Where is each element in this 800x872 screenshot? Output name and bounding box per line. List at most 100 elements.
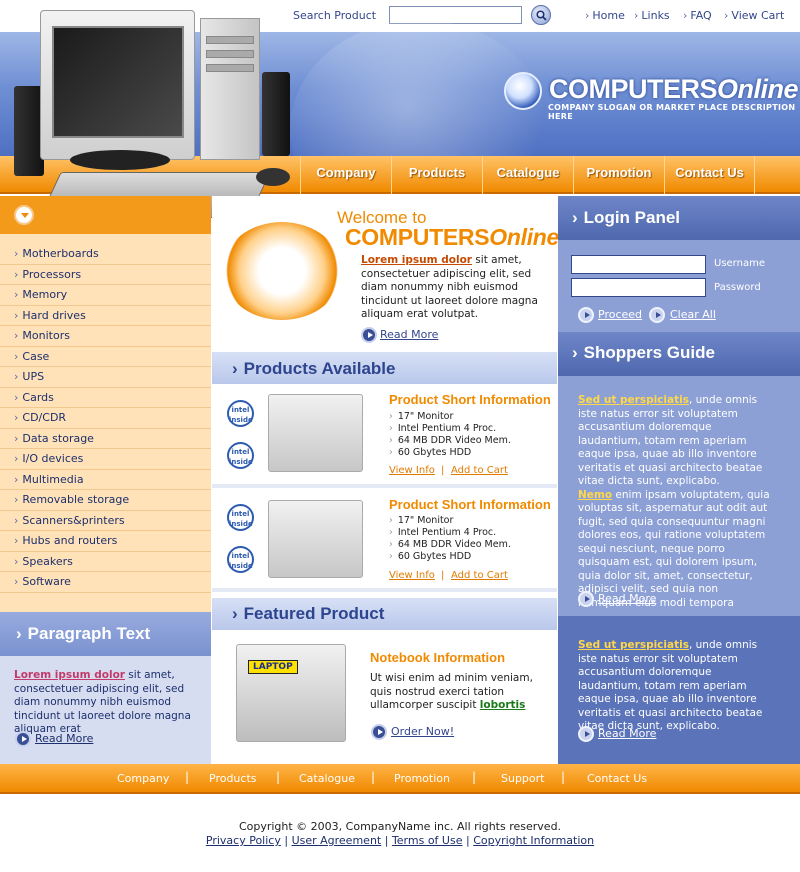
- products-section-title: Products Available: [232, 359, 396, 379]
- username-field[interactable]: [571, 255, 706, 274]
- featured-link[interactable]: lobortis: [480, 699, 526, 711]
- footer-separator: |: [472, 770, 477, 784]
- category-item[interactable]: Removable storage: [0, 490, 211, 511]
- intel-inside-logo: intel inside: [227, 400, 254, 427]
- read-more-icon[interactable]: [578, 726, 594, 742]
- brand-logo[interactable]: COMPUTERSOnline: [549, 74, 799, 105]
- read-more-icon[interactable]: [15, 731, 31, 747]
- password-field[interactable]: [571, 278, 706, 297]
- paragraph-link[interactable]: Lorem ipsum dolor: [14, 669, 125, 681]
- terms-of-use-link[interactable]: Terms of Use: [392, 834, 463, 847]
- drive-bay-image: [206, 36, 254, 44]
- guide-link-1[interactable]: Sed ut perspiciatis: [578, 394, 689, 406]
- category-item[interactable]: Hubs and routers: [0, 531, 211, 552]
- category-item[interactable]: CD/CDR: [0, 408, 211, 429]
- category-item[interactable]: Processors: [0, 265, 211, 285]
- category-item[interactable]: Data storage: [0, 429, 211, 449]
- order-now-icon[interactable]: [371, 724, 387, 740]
- category-item[interactable]: Multimedia: [0, 470, 211, 490]
- paragraph-title: Paragraph Text: [16, 624, 151, 644]
- product-title: Product Short Information: [389, 497, 551, 512]
- category-item[interactable]: Memory: [0, 285, 211, 306]
- footer-link-contact-us[interactable]: Contact Us: [587, 772, 647, 785]
- product-image[interactable]: [268, 394, 363, 472]
- nav-company[interactable]: Company: [300, 156, 391, 194]
- product-spec: 17" Monitor: [389, 515, 454, 528]
- category-item[interactable]: UPS: [0, 367, 211, 388]
- top-link-links[interactable]: Links: [634, 9, 669, 22]
- chevron-down-icon[interactable]: [14, 205, 34, 225]
- logo-icon: [504, 72, 542, 110]
- paragraph-read-more-link[interactable]: Read More: [35, 732, 93, 745]
- top-link-view-cart[interactable]: View Cart: [724, 9, 784, 22]
- category-item[interactable]: Speakers: [0, 552, 211, 572]
- nav-promotion[interactable]: Promotion: [573, 156, 664, 194]
- category-item[interactable]: Hard drives: [0, 306, 211, 326]
- order-now-link[interactable]: Order Now!: [391, 725, 454, 738]
- add-to-cart-link[interactable]: Add to Cart: [451, 465, 508, 476]
- welcome-computer-image: [222, 222, 342, 320]
- drive-bay-image: [206, 64, 254, 72]
- top-link-faq[interactable]: FAQ: [683, 9, 711, 22]
- category-item[interactable]: I/O devices: [0, 449, 211, 470]
- clear-icon[interactable]: [649, 307, 665, 323]
- read-more-icon[interactable]: [361, 327, 377, 343]
- footer-link-catalogue[interactable]: Catalogue: [299, 772, 355, 785]
- read-more-icon[interactable]: [578, 591, 594, 607]
- paragraph-text: Lorem ipsum dolor sit amet, consectetuer…: [14, 669, 200, 737]
- proceed-icon[interactable]: [578, 307, 594, 323]
- category-item[interactable]: Scanners&printers: [0, 511, 211, 531]
- view-info-link[interactable]: View Info: [389, 570, 435, 581]
- footer-separator: |: [561, 770, 566, 784]
- top-link-home[interactable]: Home: [585, 9, 624, 22]
- footer-link-promotion[interactable]: Promotion: [394, 772, 450, 785]
- clear-all-button[interactable]: Clear All: [670, 308, 716, 321]
- product-title: Product Short Information: [389, 392, 551, 407]
- guide-link-3[interactable]: Sed ut perspiciatis: [578, 639, 689, 651]
- search-button[interactable]: [531, 5, 551, 25]
- link-separator: |: [441, 465, 445, 476]
- product-spec: 17" Monitor: [389, 411, 454, 424]
- welcome-title-line2: COMPUTERSOnline: [345, 224, 559, 251]
- guide-copy-3: , unde omnis iste natus error sit volupt…: [578, 639, 763, 732]
- category-item[interactable]: Cards: [0, 388, 211, 408]
- guide-text-1: Sed ut perspiciatis, unde omnis iste nat…: [578, 394, 773, 610]
- guide-link-2[interactable]: Nemo: [578, 489, 612, 501]
- password-label: Password: [714, 282, 761, 293]
- guide-read-more-link-2[interactable]: Read More: [598, 727, 656, 740]
- copyright-text: Copyright © 2003, CompanyName inc. All r…: [238, 820, 562, 833]
- search-label: Search Product: [293, 9, 377, 22]
- mouse-image: [256, 168, 290, 186]
- footer-link-company[interactable]: Company: [117, 772, 169, 785]
- user-agreement-link[interactable]: User Agreement: [292, 834, 382, 847]
- shoppers-guide-title: Shoppers Guide: [572, 343, 715, 363]
- laptop-image[interactable]: [236, 644, 346, 742]
- nav-contact-us[interactable]: Contact Us: [664, 156, 755, 194]
- nav-catalogue[interactable]: Catalogue: [482, 156, 573, 194]
- category-item[interactable]: Software: [0, 572, 211, 593]
- privacy-policy-link[interactable]: Privacy Policy: [206, 834, 281, 847]
- category-item[interactable]: Case: [0, 347, 211, 367]
- intel-celeron-logo: intel inside: [227, 546, 254, 573]
- product-spec: 64 MB DDR Video Mem.: [389, 435, 511, 448]
- category-item[interactable]: Monitors: [0, 326, 211, 347]
- guide-read-more-link[interactable]: Read More: [598, 592, 656, 605]
- welcome-link[interactable]: Lorem ipsum dolor: [361, 254, 472, 266]
- add-to-cart-link[interactable]: Add to Cart: [451, 570, 508, 581]
- footer-link-products[interactable]: Products: [209, 772, 257, 785]
- brand-name-part2: Online: [717, 74, 799, 104]
- footer-link-support[interactable]: Support: [501, 772, 544, 785]
- proceed-button[interactable]: Proceed: [598, 308, 642, 321]
- guide-text-3: Sed ut perspiciatis, unde omnis iste nat…: [578, 639, 773, 734]
- intel-celeron-logo: intel inside: [227, 442, 254, 469]
- featured-section-title: Featured Product: [232, 604, 385, 624]
- welcome-read-more-link[interactable]: Read More: [380, 328, 438, 341]
- category-item[interactable]: Motherboards: [0, 244, 211, 265]
- nav-products[interactable]: Products: [391, 156, 482, 194]
- welcome-brand-part1: COMPUTERS: [345, 224, 490, 250]
- product-spec: 60 Gbytes HDD: [389, 551, 471, 564]
- copyright-information-link[interactable]: Copyright Information: [473, 834, 594, 847]
- link-separator: |: [441, 570, 445, 581]
- product-image[interactable]: [268, 500, 363, 578]
- view-info-link[interactable]: View Info: [389, 465, 435, 476]
